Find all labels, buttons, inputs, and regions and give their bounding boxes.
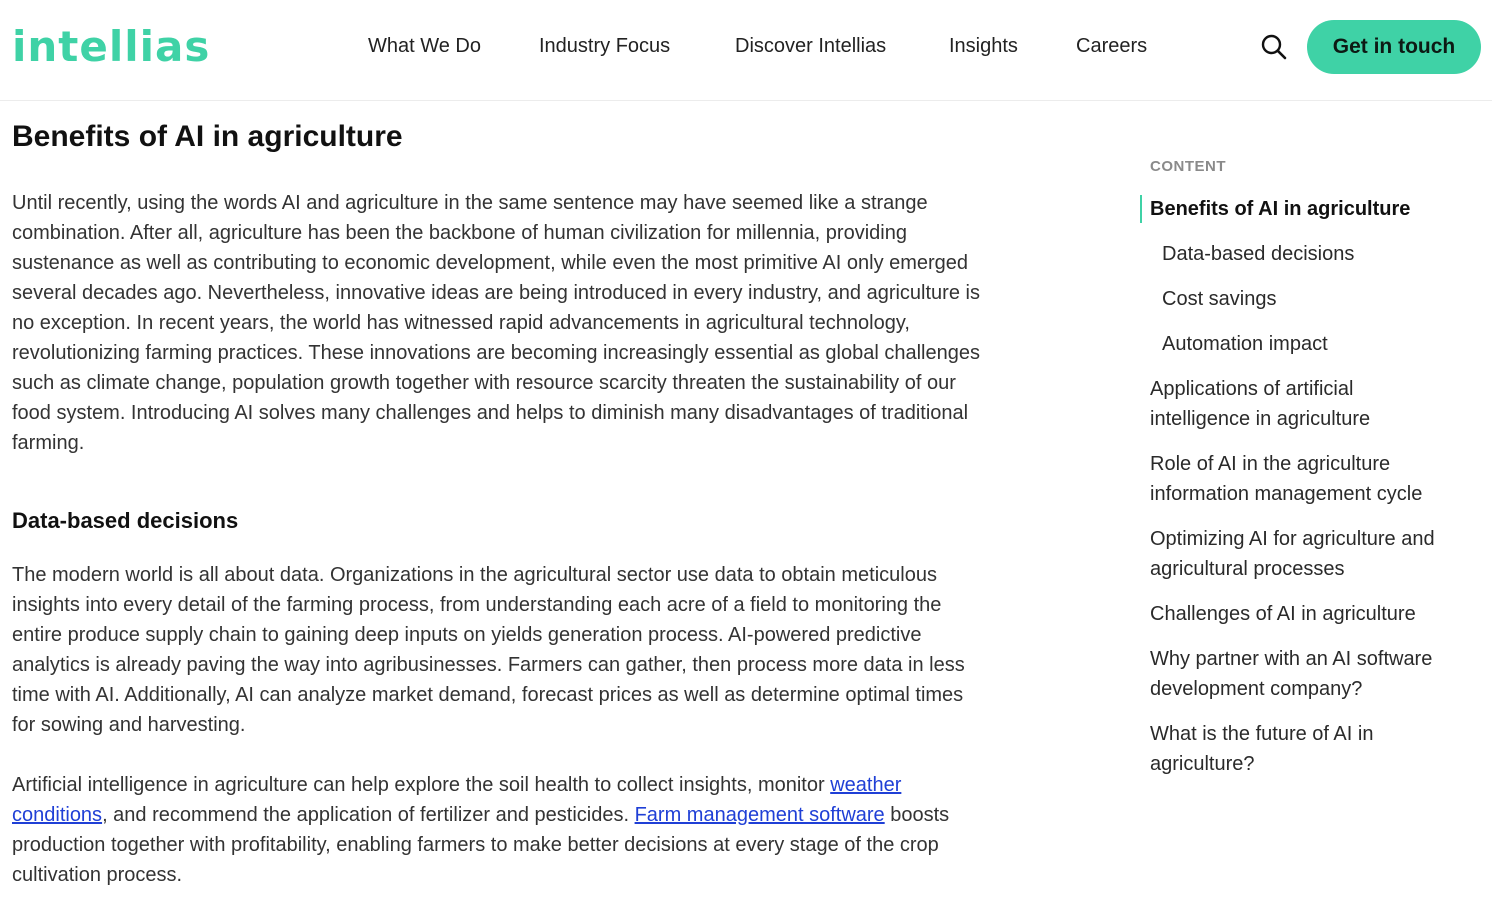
toc-item-automation-impact[interactable]: Automation impact [1162,329,1328,359]
toc-active-indicator [1140,195,1142,223]
toc-item-optimizing-ai[interactable]: Optimizing AI for agriculture and agricu… [1150,524,1450,584]
paragraph-text: , and recommend the application of ferti… [102,804,635,826]
ai-soil-paragraph: Artificial intelligence in agriculture c… [12,770,980,890]
toc-item-why-partner[interactable]: Why partner with an AI software developm… [1150,644,1470,704]
toc-item-challenges[interactable]: Challenges of AI in agriculture [1150,599,1470,629]
nav-item-discover-intellias[interactable]: Discover Intellias [735,33,886,59]
data-decisions-paragraph: The modern world is all about data. Orga… [12,564,965,736]
farm-management-software-link[interactable]: Farm management software [635,804,885,826]
toc-item-role-of-ai[interactable]: Role of AI in the agriculture informatio… [1150,449,1460,509]
nav-item-what-we-do[interactable]: What We Do [368,33,481,59]
paragraph-text: Artificial intelligence in agriculture c… [12,774,831,796]
article-title: Benefits of AI in agriculture [12,120,403,153]
site-header: intellias What We Do Industry Focus Disc… [0,0,1492,101]
toc-heading: CONTENT [1150,158,1226,175]
toc-item-applications[interactable]: Applications of artificial intelligence … [1150,374,1450,434]
intellias-logo[interactable]: intellias [12,22,210,72]
nav-item-industry-focus[interactable]: Industry Focus [539,33,670,59]
toc-item-data-based-decisions[interactable]: Data-based decisions [1162,239,1354,269]
toc-item-cost-savings[interactable]: Cost savings [1162,284,1277,314]
get-in-touch-button[interactable]: Get in touch [1307,20,1481,74]
article-intro-paragraph: Until recently, using the words AI and a… [12,192,980,454]
nav-item-careers[interactable]: Careers [1076,33,1147,59]
article: Benefits of AI in agriculture Until rece… [12,118,980,886]
section-title-data-based-decisions: Data-based decisions [12,508,239,533]
toc-item-future-of-ai[interactable]: What is the future of AI in agriculture? [1150,719,1420,779]
nav-item-insights[interactable]: Insights [949,33,1018,59]
search-icon[interactable] [1260,33,1288,61]
toc-item-benefits[interactable]: Benefits of AI in agriculture [1150,194,1410,224]
